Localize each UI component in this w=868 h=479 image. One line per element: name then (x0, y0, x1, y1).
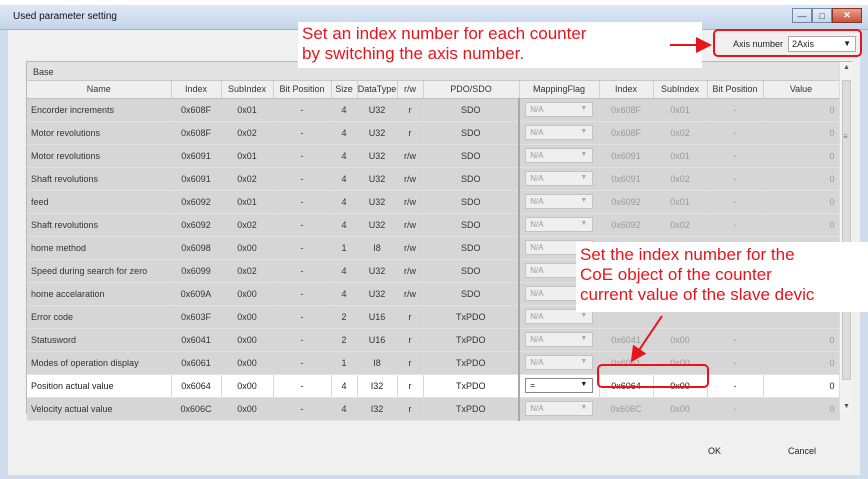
annotation-arrows (630, 37, 712, 363)
arrow-to-index-cells (630, 315, 663, 363)
